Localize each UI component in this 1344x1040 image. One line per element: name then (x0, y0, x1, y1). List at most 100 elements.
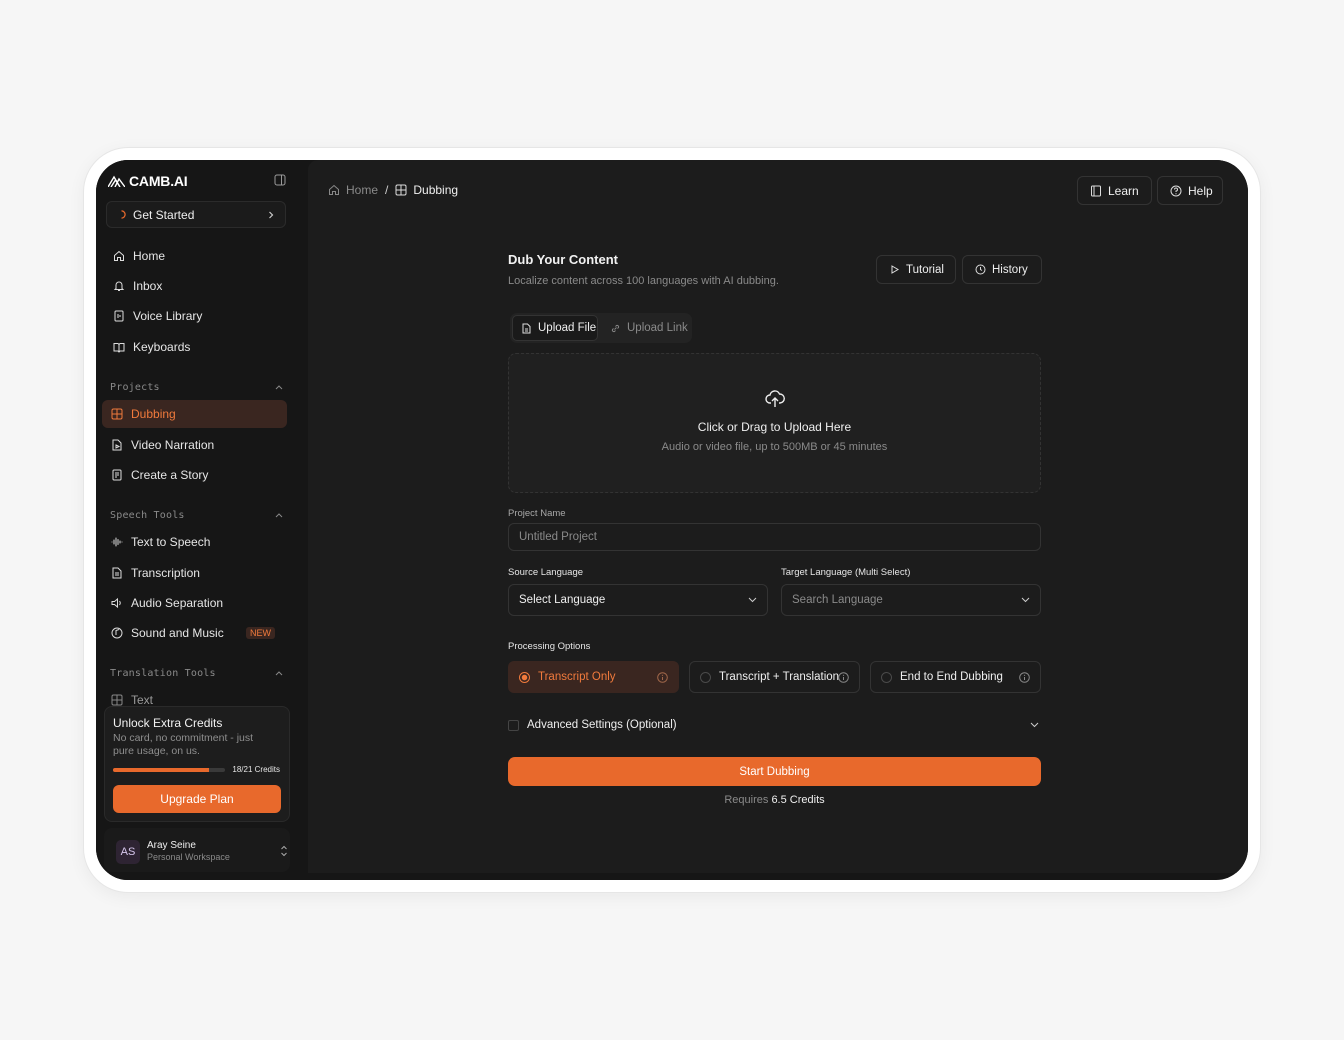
learn-button[interactable]: Learn (1077, 176, 1152, 205)
dubbing-icon (111, 408, 123, 420)
avatar: AS (116, 840, 140, 864)
section-title-translation-tools: Translation Tools (110, 668, 216, 679)
advanced-settings-toggle[interactable]: Advanced Settings (Optional) (508, 716, 1041, 734)
brand-name: CAMB.AI (129, 173, 188, 189)
radio-unselected (881, 671, 892, 683)
voice-library-icon (114, 310, 124, 322)
link-icon (611, 324, 620, 332)
history-button[interactable]: History (962, 255, 1042, 284)
file-icon (522, 323, 531, 333)
requires-prefix: Requires (724, 794, 769, 806)
bell-icon (113, 281, 125, 291)
option-label: Transcript + Translation (719, 671, 840, 683)
sidebar-item-keyboards[interactable]: Keyboards (104, 333, 287, 361)
sidebar: CAMB.AI Get Started Home Inbox Voice Lib… (96, 160, 302, 880)
sidebar-item-voice-library[interactable]: Voice Library (104, 302, 287, 330)
tutorial-button[interactable]: Tutorial (876, 255, 956, 284)
dropzone-hint: Audio or video file, up to 500MB or 45 m… (661, 441, 888, 453)
sidebar-item-label: Text (131, 693, 154, 707)
upgrade-plan-button[interactable]: Upgrade Plan (113, 785, 281, 813)
info-icon[interactable] (838, 672, 849, 683)
section-title-speech-tools: Speech Tools (110, 510, 185, 521)
chevron-down-icon (1030, 722, 1039, 728)
breadcrumb-current: Dubbing (413, 183, 459, 197)
start-dubbing-button[interactable]: Start Dubbing (508, 757, 1041, 786)
sidebar-item-label: Audio Separation (131, 596, 224, 610)
video-narration-icon (112, 439, 122, 451)
source-language-select[interactable]: Select Language (508, 584, 768, 616)
dubbing-icon (395, 184, 407, 196)
sidebar-item-home[interactable]: Home (104, 242, 287, 270)
camb-logo-icon (108, 175, 125, 187)
help-icon (1170, 185, 1182, 196)
source-language-label: Source Language (508, 567, 584, 578)
option-label: Transcript Only (538, 671, 616, 683)
sidebar-item-label: Video Narration (131, 438, 215, 452)
option-transcript-only[interactable]: Transcript Only (508, 661, 679, 693)
sidebar-item-label: Transcription (131, 566, 200, 580)
document-icon (112, 567, 122, 579)
tab-upload-file[interactable]: Upload File (512, 315, 598, 341)
target-language-select[interactable]: Search Language (781, 584, 1041, 616)
sidebar-item-sound-and-music[interactable]: Sound and Music NEW (102, 619, 285, 647)
advanced-settings-checkbox[interactable] (508, 719, 519, 731)
learn-label: Learn (1108, 183, 1139, 198)
new-badge: NEW (246, 627, 275, 639)
option-end-to-end-dubbing[interactable]: End to End Dubbing (870, 661, 1041, 693)
help-label: Help (1188, 183, 1213, 198)
brand-logo[interactable]: CAMB.AI (108, 173, 188, 189)
option-transcript-translation[interactable]: Transcript + Translation (689, 661, 860, 693)
chevron-up-icon[interactable] (275, 670, 283, 676)
breadcrumb-separator: / (385, 183, 389, 197)
sidebar-item-label: Sound and Music (131, 626, 224, 640)
home-icon (114, 250, 124, 261)
processing-options-label: Processing Options (508, 641, 591, 652)
info-icon[interactable] (657, 672, 668, 683)
sidebar-item-label: Create a Story (131, 468, 209, 482)
get-started-button[interactable]: Get Started (106, 201, 286, 228)
sidebar-item-label: Dubbing (131, 407, 176, 421)
sidebar-item-transcription[interactable]: Transcription (102, 559, 285, 587)
user-workspace: Personal Workspace (147, 852, 230, 862)
credits-count: 18/21 Credits (232, 765, 280, 774)
music-icon (111, 627, 123, 639)
help-button[interactable]: Help (1157, 176, 1223, 205)
breadcrumb-home[interactable]: Home (346, 183, 378, 197)
sidebar-item-dubbing[interactable]: Dubbing (102, 400, 287, 428)
user-name: Aray Seine (147, 840, 196, 851)
project-name-input[interactable] (508, 523, 1041, 551)
sidebar-item-create-a-story[interactable]: Create a Story (102, 461, 285, 489)
speaker-icon (111, 597, 121, 609)
book-icon (1091, 185, 1101, 196)
credits-title: Unlock Extra Credits (113, 716, 223, 730)
chevron-down-icon (748, 597, 757, 603)
tab-label: Upload File (538, 322, 597, 334)
sidebar-item-text-to-speech[interactable]: Text to Speech (102, 528, 285, 556)
user-switcher[interactable]: AS Aray Seine Personal Workspace (104, 828, 290, 872)
project-name-label: Project Name (508, 508, 566, 519)
sidebar-item-audio-separation[interactable]: Audio Separation (102, 589, 285, 617)
source-language-value: Select Language (519, 594, 606, 606)
app-window: CAMB.AI Get Started Home Inbox Voice Lib… (96, 160, 1248, 880)
info-icon[interactable] (1019, 672, 1030, 683)
upload-dropzone[interactable]: Click or Drag to Upload Here Audio or vi… (508, 353, 1041, 493)
credits-progress-bar (113, 768, 225, 772)
sidebar-item-inbox[interactable]: Inbox (104, 272, 287, 300)
page-subtitle: Localize content across 100 languages wi… (508, 275, 779, 287)
radio-unselected (700, 671, 711, 683)
chevron-right-icon (269, 211, 274, 219)
page-title: Dub Your Content (508, 252, 619, 267)
chevron-up-icon[interactable] (275, 384, 283, 390)
tab-upload-link[interactable]: Upload Link (602, 315, 688, 341)
section-title-projects: Projects (110, 382, 160, 393)
chevron-up-icon[interactable] (275, 512, 283, 518)
requires-value: 6.5 Credits (771, 794, 825, 806)
cloud-upload-icon (765, 390, 785, 407)
sidebar-item-video-narration[interactable]: Video Narration (102, 431, 285, 459)
option-label: End to End Dubbing (900, 671, 1003, 683)
upload-tabs: Upload File Upload Link (510, 313, 692, 343)
credits-subtitle: No card, no commitment - just pure usage… (113, 732, 254, 757)
dropzone-title: Click or Drag to Upload Here (697, 420, 852, 434)
sidebar-collapse-icon[interactable] (274, 174, 286, 186)
tab-label: Upload Link (627, 322, 688, 334)
